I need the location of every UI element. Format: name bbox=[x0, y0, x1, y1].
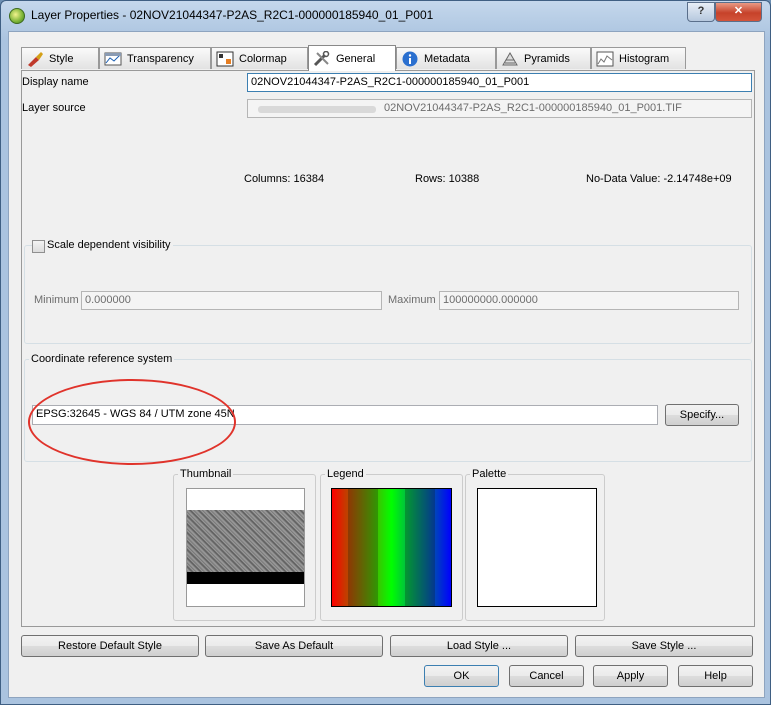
close-button[interactable]: ✕ bbox=[715, 2, 762, 22]
palette-title: Palette bbox=[470, 468, 509, 480]
tab-colormap[interactable]: Colormap bbox=[211, 47, 308, 69]
restore-default-style-button[interactable]: Restore Default Style bbox=[21, 635, 199, 657]
thumbnail-preview bbox=[186, 488, 305, 607]
tab-general[interactable]: General bbox=[308, 45, 396, 71]
general-tab-panel: Display name 02NOV21044347-P2AS_R2C1-000… bbox=[21, 70, 755, 627]
save-style-button[interactable]: Save Style ... bbox=[575, 635, 753, 657]
cancel-button[interactable]: Cancel bbox=[509, 665, 584, 687]
transparency-icon bbox=[104, 51, 122, 67]
display-name-label: Display name bbox=[22, 76, 89, 88]
apply-button[interactable]: Apply bbox=[593, 665, 668, 687]
layer-source-value: 02NOV21044347-P2AS_R2C1-000000185940_01_… bbox=[384, 102, 682, 114]
histogram-icon bbox=[596, 51, 614, 67]
tab-transparency[interactable]: Transparency bbox=[99, 47, 211, 69]
tab-pyramids[interactable]: Pyramids bbox=[496, 47, 591, 69]
redacted-path bbox=[258, 106, 376, 113]
specify-button[interactable]: Specify... bbox=[665, 404, 739, 426]
maximum-label: Maximum bbox=[388, 294, 436, 306]
help-title-button[interactable]: ? bbox=[687, 2, 715, 22]
palette-preview bbox=[477, 488, 597, 607]
scale-visibility-label[interactable]: Scale dependent visibility bbox=[45, 239, 173, 251]
ok-button[interactable]: OK bbox=[424, 665, 499, 687]
legend-title: Legend bbox=[325, 468, 366, 480]
dialog-body: Style Transparency Colormap General Meta… bbox=[8, 31, 765, 698]
legend-gradient-svg bbox=[332, 489, 451, 606]
qgis-icon bbox=[9, 8, 25, 24]
layer-source-label: Layer source bbox=[22, 102, 86, 114]
maximum-field[interactable]: 100000000.000000 bbox=[439, 291, 739, 310]
save-as-default-button[interactable]: Save As Default bbox=[205, 635, 383, 657]
minimum-field[interactable]: 0.000000 bbox=[81, 291, 382, 310]
info-icon bbox=[401, 51, 419, 67]
colormap-icon bbox=[216, 51, 234, 67]
crs-group-title: Coordinate reference system bbox=[29, 353, 175, 365]
pyramid-icon bbox=[501, 51, 519, 67]
rows-label: Rows: 10388 bbox=[415, 173, 480, 185]
legend-gradient bbox=[331, 488, 452, 607]
tab-metadata[interactable]: Metadata bbox=[396, 47, 496, 69]
window-title: Layer Properties - 02NOV21044347-P2AS_R2… bbox=[31, 8, 434, 22]
thumbnail-title: Thumbnail bbox=[178, 468, 234, 480]
layer-source-field[interactable]: 02NOV21044347-P2AS_R2C1-000000185940_01_… bbox=[247, 99, 752, 118]
paintbrush-icon bbox=[26, 51, 44, 67]
help-button[interactable]: Help bbox=[678, 665, 753, 687]
tab-style[interactable]: Style bbox=[21, 47, 99, 69]
title-bar[interactable]: Layer Properties - 02NOV21044347-P2AS_R2… bbox=[1, 1, 770, 31]
load-style-button[interactable]: Load Style ... bbox=[390, 635, 568, 657]
tab-histogram[interactable]: Histogram bbox=[591, 47, 686, 69]
tab-histogram-label: Histogram bbox=[619, 52, 670, 65]
tab-colormap-label: Colormap bbox=[239, 52, 287, 65]
tab-transparency-label: Transparency bbox=[127, 52, 194, 65]
tab-general-label: General bbox=[336, 52, 376, 65]
minimum-label: Minimum bbox=[34, 294, 79, 306]
tab-metadata-label: Metadata bbox=[424, 52, 470, 65]
scale-visibility-checkbox[interactable] bbox=[32, 240, 45, 253]
tab-style-label: Style bbox=[49, 52, 74, 65]
nodata-label: No-Data Value: -2.14748e+09 bbox=[586, 173, 732, 185]
tools-icon bbox=[313, 50, 331, 67]
annotation-ellipse bbox=[28, 379, 236, 465]
display-name-field[interactable]: 02NOV21044347-P2AS_R2C1-000000185940_01_… bbox=[247, 73, 752, 92]
thumbnail-nodata-strip bbox=[187, 572, 304, 584]
layer-properties-window: Layer Properties - 02NOV21044347-P2AS_R2… bbox=[0, 0, 771, 705]
thumbnail-image bbox=[187, 510, 304, 572]
columns-label: Columns: 16384 bbox=[244, 173, 325, 185]
tab-pyramids-label: Pyramids bbox=[524, 52, 570, 65]
